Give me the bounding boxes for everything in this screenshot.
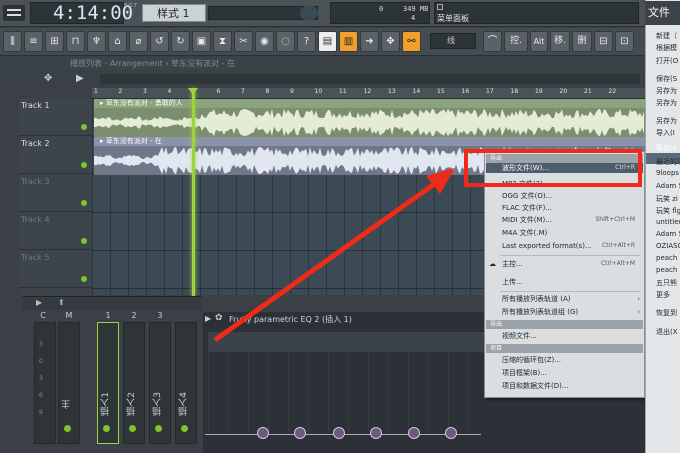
file-menu-item[interactable]: 玩笑 zi [656,194,680,204]
menu-item-project-data[interactable]: 项目和数据文件(D)... [486,381,643,391]
menu-section-project: 项目 [486,344,643,353]
file-menu-item[interactable]: 导出(E [656,143,680,153]
file-menu-item[interactable]: 导入(I [656,128,680,138]
menu-item-upload[interactable]: 上传... [486,277,643,287]
submenu-arrow-icon: › [637,295,640,303]
file-menu-item[interactable]: 新建（ [656,31,680,41]
menu-item-last-exported[interactable]: Last exported format(s)... Ctrl+Alt+R [486,241,643,251]
menu-item-midi[interactable]: MIDI 文件(M)... Shift+Ctrl+M [486,215,643,225]
file-menu-item[interactable]: Adam S [656,182,680,190]
cloud-icon: ☁ [489,260,496,268]
file-menu-item[interactable]: 根据模 [656,43,680,53]
menu-item-flac[interactable]: FLAC 文件(F)... [486,203,643,213]
file-menu-item[interactable]: 恢复到 [656,308,680,318]
file-menu-item[interactable]: peach I [656,266,680,274]
file-menu-panel [645,0,680,453]
menu-item-zipped-loop[interactable]: 压缩的循环包(Z)... [486,355,643,365]
menu-section-video: 导出 [486,320,643,329]
menu-divider [500,291,640,292]
menu-item-ogg[interactable]: OGG 文件(O)... [486,191,643,201]
file-menu-item[interactable]: 保存(S [656,74,680,84]
file-menu-item[interactable]: 打开(O [656,56,680,66]
menu-item-video[interactable]: 视频文件... [486,331,643,341]
file-menu-item[interactable]: Adam S [656,230,680,238]
file-menu-item[interactable]: 9loops [656,169,680,177]
file-menu-item[interactable]: 最近的项目 [656,157,680,167]
menu-item-m4a[interactable]: M4A 文件(.M) [486,228,643,238]
file-menu-item[interactable]: 另存为 [656,116,680,126]
menu-item-project-bones[interactable]: 项目框架(B)... [486,368,643,378]
file-menu-item[interactable]: 另存为 [656,86,680,96]
menu-item-all-track-groups[interactable]: 所有播放列表轨道组 (G) › [486,307,643,317]
menu-divider [500,255,640,256]
file-menu-item[interactable]: 另存为 [656,98,680,108]
file-menu-item[interactable]: peach [656,254,680,262]
file-menu-item[interactable]: 更多 [656,290,680,300]
file-menu-item[interactable]: 五只熊 [656,278,680,288]
menu-item-master[interactable]: ☁ 主控... Ctrl+Alt+M [486,259,643,269]
file-menu-item[interactable]: 玩笑 flg [656,206,680,216]
file-menu-item[interactable]: 退出(X [656,327,680,337]
file-menu-item[interactable]: untitled [656,218,680,226]
menu-item-all-tracks[interactable]: 所有播放列表轨道 (A) › [486,294,643,304]
submenu-arrow-icon: › [637,308,640,316]
file-menu-item[interactable]: OZIASC [656,242,680,250]
file-menu-title[interactable]: 文件 [645,1,680,25]
highlight-box [464,149,642,187]
